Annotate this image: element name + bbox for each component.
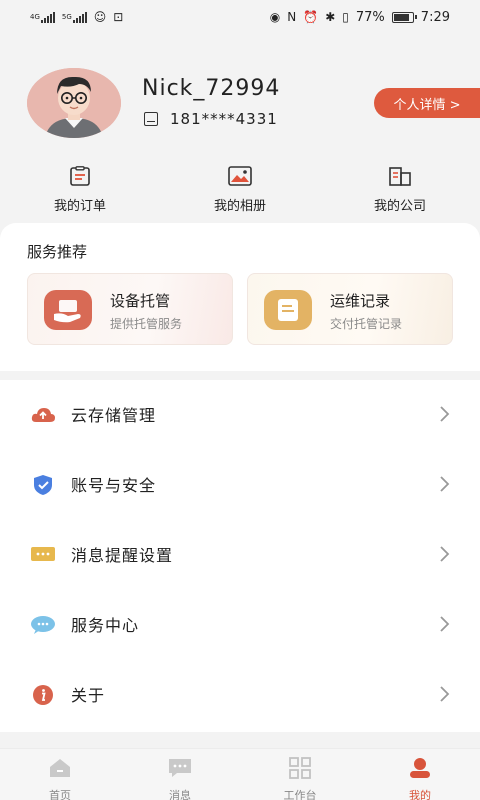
profile-detail-button[interactable]: 个人详情 >	[374, 88, 480, 118]
info-icon	[33, 685, 53, 705]
settings-menu: 云存储管理 账号与安全 消息提醒设置 服务中心 关于	[0, 380, 480, 732]
service-card-maintenance[interactable]: 运维记录 交付托管记录	[247, 273, 453, 345]
service-card-sub: 交付托管记录	[330, 317, 403, 331]
menu-item-about[interactable]: 关于	[0, 660, 480, 730]
profile-header: Nick_72994 181****4331 个人详情 >	[0, 60, 480, 150]
eye-icon: ◉	[269, 10, 281, 24]
vibrate-icon: ▯	[342, 10, 349, 24]
menu-item-label: 关于	[71, 686, 106, 705]
message-tab-icon	[169, 759, 191, 777]
menu-item-label: 账号与安全	[71, 476, 157, 495]
company-icon	[389, 167, 411, 186]
avatar[interactable]	[27, 68, 121, 138]
message-icon	[31, 547, 55, 561]
quick-link-company[interactable]: 我的公司	[345, 166, 455, 214]
menu-item-label: 服务中心	[71, 616, 140, 635]
signal-1: 4G	[30, 11, 55, 23]
bottom-tab-bar: 首页 消息 工作台 我的	[0, 748, 480, 800]
chevron-right-icon	[440, 406, 450, 422]
service-recommend-panel: 服务推荐 设备托管 提供托管服务 运维记录 交付托管记录	[0, 223, 480, 371]
status-right: ◉ N ⏰ ✱ ▯ 77% 7:29	[270, 10, 450, 25]
signal-bars-icon	[72, 11, 87, 23]
chevron-right-icon	[440, 616, 450, 632]
tab-label: 工作台	[283, 789, 317, 800]
tab-mine[interactable]: 我的	[380, 757, 460, 800]
clock: 7:29	[420, 9, 450, 25]
service-title: 服务推荐	[27, 243, 88, 261]
cloud-upload-icon	[31, 408, 55, 422]
chevron-right-icon	[440, 546, 450, 562]
network-type-1: 4G	[30, 12, 40, 21]
chevron-right-icon	[440, 476, 450, 492]
phone-number: 181****4331	[170, 110, 278, 128]
status-left: 4G 5G ☺ ⊡	[30, 11, 123, 23]
notification-app-icon: ☺	[93, 10, 107, 24]
bluetooth-icon: ✱	[325, 10, 336, 24]
phone-row: 181****4331	[144, 110, 278, 128]
alarm-icon: ⏰	[303, 10, 319, 24]
menu-item-account-security[interactable]: 账号与安全	[0, 450, 480, 520]
tab-messages[interactable]: 消息	[140, 757, 220, 800]
menu-item-label: 云存储管理	[71, 406, 157, 425]
order-icon	[70, 166, 90, 186]
tab-workbench[interactable]: 工作台	[260, 757, 340, 800]
album-icon	[228, 166, 252, 186]
network-type-2: 5G	[61, 12, 72, 21]
quick-links: 我的订单 我的相册 我的公司	[0, 166, 480, 214]
username: Nick_72994	[142, 76, 281, 101]
menu-item-message-settings[interactable]: 消息提醒设置	[0, 520, 480, 590]
shield-icon	[34, 475, 52, 495]
avatar-illustration	[27, 68, 121, 138]
grid-icon	[289, 757, 311, 779]
chevron-right-icon	[440, 686, 450, 702]
maintenance-record-icon	[264, 290, 312, 330]
notification-app-icon-2: ⊡	[113, 10, 124, 24]
phone-icon	[144, 112, 158, 126]
tab-label: 我的	[409, 789, 431, 800]
quick-link-company-label: 我的公司	[373, 199, 426, 214]
battery-icon	[391, 11, 417, 23]
quick-link-orders[interactable]: 我的订单	[25, 166, 135, 214]
device-hosting-icon	[44, 290, 92, 330]
service-card-sub: 提供托管服务	[110, 317, 183, 331]
nfc-icon: N	[287, 10, 297, 24]
person-icon	[410, 758, 430, 778]
quick-link-album[interactable]: 我的相册	[185, 166, 295, 214]
quick-link-orders-label: 我的订单	[53, 199, 106, 214]
quick-link-album-label: 我的相册	[213, 199, 266, 214]
battery-percent: 77%	[355, 9, 385, 25]
status-bar: 4G 5G ☺ ⊡ ◉ N ⏰ ✱ ▯ 77% 7:29	[0, 0, 480, 34]
service-card-name: 运维记录	[330, 292, 391, 310]
service-card-name: 设备托管	[110, 292, 171, 310]
tab-home[interactable]: 首页	[20, 757, 100, 800]
menu-item-cloud-storage[interactable]: 云存储管理	[0, 380, 480, 450]
signal-2: 5G	[61, 11, 87, 23]
tab-label: 消息	[169, 789, 191, 800]
menu-item-service-center[interactable]: 服务中心	[0, 590, 480, 660]
signal-bars-icon	[40, 11, 55, 23]
home-icon	[50, 759, 70, 777]
tab-label: 首页	[49, 789, 71, 800]
menu-item-label: 消息提醒设置	[71, 546, 174, 565]
profile-detail-label: 个人详情 >	[393, 97, 461, 113]
service-card-device-hosting[interactable]: 设备托管 提供托管服务	[27, 273, 233, 345]
chat-bubble-icon	[31, 616, 55, 634]
